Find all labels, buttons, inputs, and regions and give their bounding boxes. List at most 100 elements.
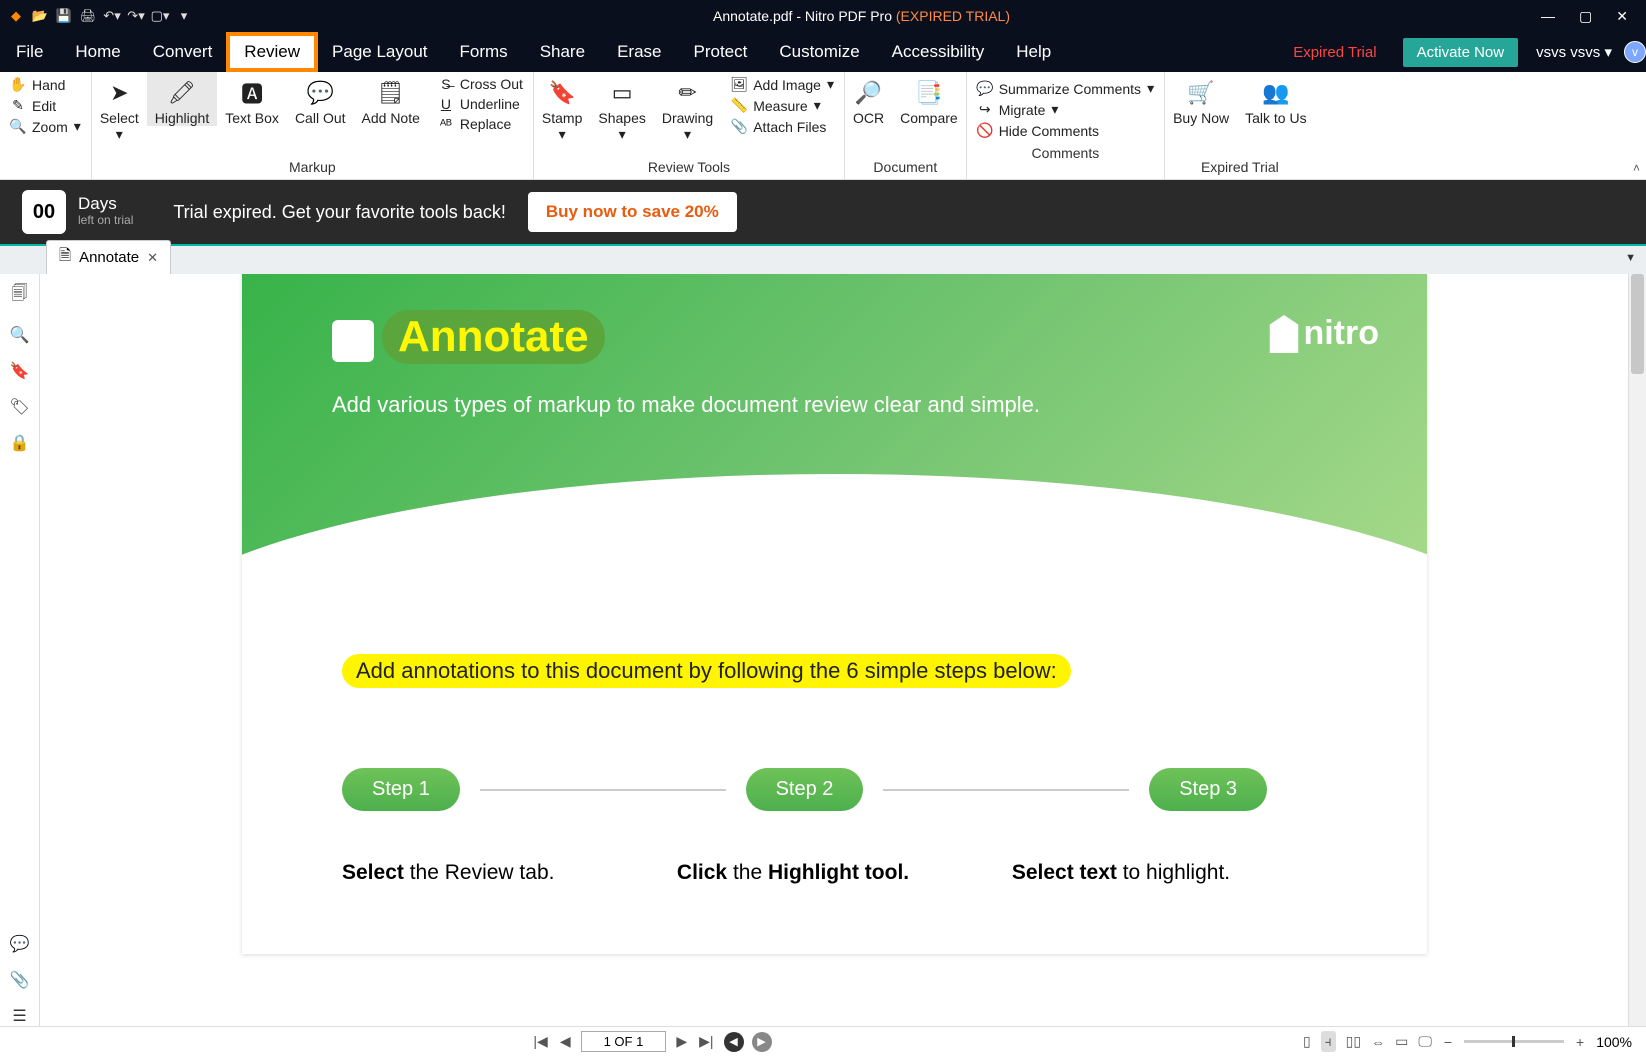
talk-to-us-button[interactable]: 👥Talk to Us bbox=[1237, 72, 1314, 126]
zoom-tool[interactable]: 🔍Zoom ▾ bbox=[10, 118, 81, 135]
prev-page-button[interactable]: ◀ bbox=[558, 1033, 573, 1050]
ocr-button[interactable]: 🔎OCR bbox=[845, 72, 892, 126]
step-connector bbox=[883, 789, 1129, 791]
select-button[interactable]: ➤Select▾ bbox=[92, 72, 147, 142]
view-fit-width-icon[interactable]: ⇔ bbox=[1371, 1034, 1385, 1050]
menu-review[interactable]: Review bbox=[228, 34, 316, 70]
text-box-button[interactable]: 🅰Text Box bbox=[217, 72, 287, 126]
step-1-pill: Step 1 bbox=[342, 768, 460, 811]
undo-icon[interactable]: ↶▾ bbox=[104, 8, 120, 24]
underline-button[interactable]: UUnderline bbox=[438, 96, 523, 112]
user-menu[interactable]: vsvs vsvs ▾ bbox=[1530, 43, 1618, 61]
menu-forms[interactable]: Forms bbox=[444, 34, 524, 70]
maximize-button[interactable]: ▢ bbox=[1579, 8, 1592, 25]
trial-days-badge: 00 bbox=[22, 190, 66, 234]
document-tab[interactable]: 🗎 Annotate ✕ bbox=[46, 240, 171, 274]
tabstrip-dropdown-icon[interactable]: ▼ bbox=[1625, 252, 1636, 264]
summarize-comments-button[interactable]: 💬Summarize Comments ▾ bbox=[977, 80, 1154, 97]
buy-now-banner-button[interactable]: Buy now to save 20% bbox=[528, 192, 737, 232]
zoom-slider[interactable] bbox=[1464, 1040, 1564, 1043]
tags-panel-icon[interactable]: 🏷 bbox=[9, 397, 29, 417]
drawing-button[interactable]: ✏Drawing▾ bbox=[654, 72, 721, 142]
ribbon-group-comments: 💬Summarize Comments ▾ ↪Migrate ▾ 🚫Hide C… bbox=[967, 72, 1165, 179]
menu-protect[interactable]: Protect bbox=[677, 34, 763, 70]
window-title: Annotate.pdf - Nitro PDF Pro (EXPIRED TR… bbox=[200, 8, 1523, 24]
edit-tool[interactable]: ✎Edit bbox=[10, 97, 81, 114]
measure-button[interactable]: 📏Measure ▾ bbox=[731, 97, 834, 114]
attach-files-button[interactable]: 📎Attach Files bbox=[731, 118, 834, 135]
first-page-button[interactable]: |◀ bbox=[531, 1033, 549, 1050]
stamp-button[interactable]: 🔖Stamp▾ bbox=[534, 72, 590, 142]
text-box-icon: 🅰 bbox=[241, 76, 263, 110]
compare-button[interactable]: 📑Compare bbox=[892, 72, 966, 126]
print-icon[interactable]: 🖨 bbox=[80, 8, 96, 24]
cross-out-button[interactable]: S̶Cross Out bbox=[438, 76, 523, 92]
save-icon[interactable]: 💾 bbox=[56, 8, 72, 24]
nav-back-button[interactable]: ◀ bbox=[724, 1032, 744, 1052]
activate-now-button[interactable]: Activate Now bbox=[1403, 38, 1519, 67]
last-page-button[interactable]: ▶| bbox=[697, 1033, 715, 1050]
shapes-button[interactable]: ▭Shapes▾ bbox=[590, 72, 653, 142]
menu-customize[interactable]: Customize bbox=[763, 34, 875, 70]
summarize-icon: 💬 bbox=[977, 80, 993, 97]
view-fullscreen-icon[interactable]: 🖵 bbox=[1418, 1033, 1432, 1050]
call-out-button[interactable]: 💬Call Out bbox=[287, 72, 354, 126]
document-icon: 🗎 bbox=[59, 245, 71, 270]
bookmarks-panel-icon[interactable]: 🔖 bbox=[10, 361, 30, 381]
add-note-button[interactable]: 🗒Add Note bbox=[354, 72, 428, 126]
comments-panel-icon[interactable]: 💬 bbox=[10, 934, 30, 954]
add-image-button[interactable]: 🖼Add Image ▾ bbox=[731, 76, 834, 93]
hide-comments-button[interactable]: 🚫Hide Comments bbox=[977, 122, 1154, 139]
menu-accessibility[interactable]: Accessibility bbox=[876, 34, 1001, 70]
user-avatar[interactable]: v bbox=[1624, 41, 1646, 63]
hand-tool[interactable]: ✋Hand bbox=[10, 76, 81, 93]
nav-forward-button[interactable]: ▶ bbox=[752, 1032, 772, 1052]
ribbon-group-review-tools: 🔖Stamp▾ ▭Shapes▾ ✏Drawing▾ 🖼Add Image ▾ … bbox=[534, 72, 845, 179]
menu-home[interactable]: Home bbox=[59, 34, 136, 70]
view-fit-page-icon[interactable]: ▭ bbox=[1395, 1033, 1408, 1050]
view-facing-icon[interactable]: ▯▯ bbox=[1346, 1033, 1361, 1050]
step-1-text: Select the Review tab. bbox=[342, 861, 657, 885]
attachments-panel-icon[interactable]: 📎 bbox=[10, 970, 30, 990]
zoom-icon: 🔍 bbox=[10, 118, 26, 135]
zoom-slider-thumb[interactable] bbox=[1512, 1036, 1515, 1047]
security-panel-icon[interactable]: 🔒 bbox=[10, 433, 30, 453]
zoom-level[interactable]: 100% bbox=[1596, 1034, 1632, 1050]
view-single-icon[interactable]: ▯ bbox=[1303, 1033, 1311, 1050]
ribbon-collapse-icon[interactable]: ˄ bbox=[1633, 161, 1640, 175]
search-panel-icon[interactable]: 🔍 bbox=[10, 325, 30, 345]
replace-button[interactable]: ᴬᴮReplace bbox=[438, 116, 523, 132]
menu-page-layout[interactable]: Page Layout bbox=[316, 34, 443, 70]
layers-panel-icon[interactable]: ☰ bbox=[12, 1006, 26, 1026]
close-button[interactable]: ✕ bbox=[1616, 8, 1628, 25]
cursor-icon: ➤ bbox=[110, 76, 128, 110]
pages-panel-icon[interactable]: 🗐 bbox=[12, 282, 28, 309]
qat-more-icon[interactable]: ▾ bbox=[176, 8, 192, 24]
view-continuous-icon[interactable]: ⫞ bbox=[1321, 1031, 1336, 1052]
menu-file[interactable]: File bbox=[0, 34, 59, 70]
page-indicator[interactable]: 1 OF 1 bbox=[581, 1031, 667, 1052]
left-sidebar: 🗐 🔍 🔖 🏷 🔒 💬 📎 ☰ bbox=[0, 274, 40, 1026]
screen-icon[interactable]: ▢▾ bbox=[152, 8, 168, 24]
vertical-scrollbar[interactable] bbox=[1628, 274, 1646, 1026]
ruler-icon: 📏 bbox=[731, 97, 747, 114]
scrollbar-thumb[interactable] bbox=[1631, 274, 1644, 374]
zoom-out-button[interactable]: − bbox=[1442, 1034, 1454, 1050]
tab-close-icon[interactable]: ✕ bbox=[147, 250, 158, 266]
menu-convert[interactable]: Convert bbox=[137, 34, 229, 70]
open-icon[interactable]: 📂 bbox=[32, 8, 48, 24]
migrate-button[interactable]: ↪Migrate ▾ bbox=[977, 101, 1154, 118]
menu-share[interactable]: Share bbox=[524, 34, 601, 70]
window-controls: — ▢ ✕ bbox=[1523, 8, 1646, 25]
menu-help[interactable]: Help bbox=[1000, 34, 1067, 70]
zoom-in-button[interactable]: + bbox=[1574, 1034, 1586, 1050]
highlight-button[interactable]: 🖍Highlight bbox=[147, 72, 217, 126]
menu-erase[interactable]: Erase bbox=[601, 34, 677, 70]
redo-icon[interactable]: ↷▾ bbox=[128, 8, 144, 24]
document-view[interactable]: Annotate Add various types of markup to … bbox=[40, 274, 1628, 1026]
next-page-button[interactable]: ▶ bbox=[674, 1033, 689, 1050]
main-area: 🗐 🔍 🔖 🏷 🔒 💬 📎 ☰ Annotate Add various typ… bbox=[0, 274, 1646, 1026]
buy-now-button[interactable]: 🛒Buy Now bbox=[1165, 72, 1237, 126]
minimize-button[interactable]: — bbox=[1541, 8, 1555, 25]
steps-row: Step 1 Step 2 Step 3 bbox=[342, 768, 1327, 811]
